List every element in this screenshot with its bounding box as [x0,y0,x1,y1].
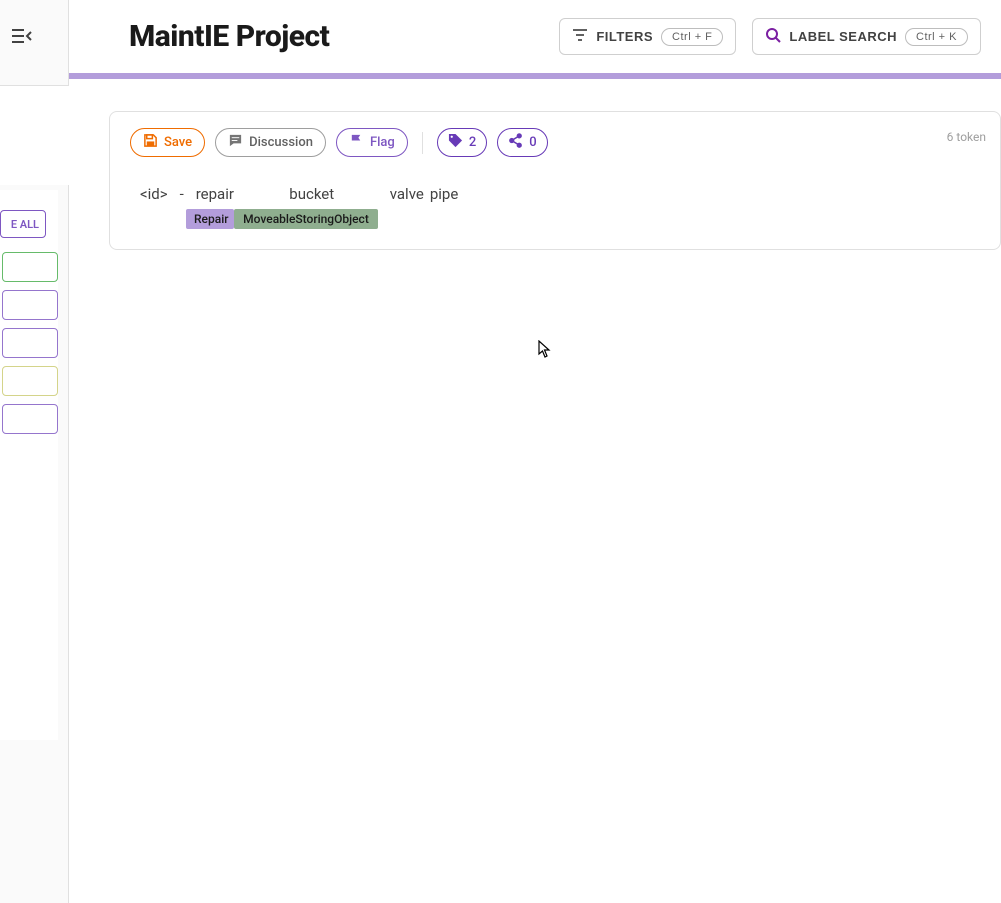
share-count-value: 0 [529,135,536,150]
tag-count-value: 2 [469,135,476,150]
label-row: Repair MoveableStoringObject [186,209,980,229]
filters-button[interactable]: FILTERS Ctrl + F [559,18,736,55]
main-area: MaintIE Project FILTERS Ctrl + F LABEL S… [69,0,1001,903]
toolbar-divider [422,132,423,154]
annotation-card: Save Discussion [109,111,1001,250]
flag-button[interactable]: Flag [336,128,408,157]
flag-label: Flag [370,135,395,150]
annotation-row: <id> - repair bucket valve pip [130,185,980,229]
content-area: Save Discussion [69,79,1001,250]
filters-label: FILTERS [596,29,653,44]
token-bucket[interactable]: bucket [283,185,340,207]
sidebar: E ALL [0,0,69,903]
token-pipe[interactable]: pipe [427,185,464,207]
card-toolbar: Save Discussion [130,128,980,157]
filter-icon [572,27,588,46]
sidebar-label-item-2[interactable] [2,290,58,320]
sidebar-collapse-icon[interactable] [12,28,32,44]
label-search-button[interactable]: LABEL SEARCH Ctrl + K [752,18,981,55]
search-icon [765,27,781,46]
share-count-button[interactable]: 0 [497,128,547,157]
discussion-button[interactable]: Discussion [215,128,326,157]
token-id[interactable]: <id> [134,185,174,207]
filters-shortcut: Ctrl + F [661,28,723,46]
share-icon [508,133,523,152]
sidebar-label-item-4[interactable] [2,366,58,396]
page-title: MaintIE Project [129,19,543,54]
token-count: 6 token [947,130,986,144]
sidebar-label-item-3[interactable] [2,328,58,358]
token-repair[interactable]: repair [190,185,240,207]
sidebar-label-item-5[interactable] [2,404,58,434]
token-line: <id> - repair bucket valve pip [134,185,980,207]
cursor-icon [538,340,552,362]
expand-all-button[interactable]: E ALL [0,210,46,238]
sidebar-label-item-1[interactable] [2,252,58,282]
sidebar-lower-panel: E ALL [0,190,58,740]
token-valve[interactable]: valve [384,185,427,207]
tag-icon [448,133,463,152]
save-label: Save [164,135,192,150]
token-dash[interactable]: - [174,185,190,207]
header: MaintIE Project FILTERS Ctrl + F LABEL S… [69,0,1001,73]
label-repair[interactable]: Repair [186,209,234,229]
flag-icon [349,133,364,152]
sidebar-upper-panel [0,85,69,185]
chat-icon [228,133,243,152]
discussion-label: Discussion [249,135,313,150]
label-moveable[interactable]: MoveableStoringObject [234,209,378,229]
label-search-label: LABEL SEARCH [789,29,897,44]
expand-all-label: E ALL [11,218,39,231]
save-button[interactable]: Save [130,128,205,157]
save-icon [143,133,158,152]
tag-count-button[interactable]: 2 [437,128,487,157]
label-search-shortcut: Ctrl + K [905,28,968,46]
